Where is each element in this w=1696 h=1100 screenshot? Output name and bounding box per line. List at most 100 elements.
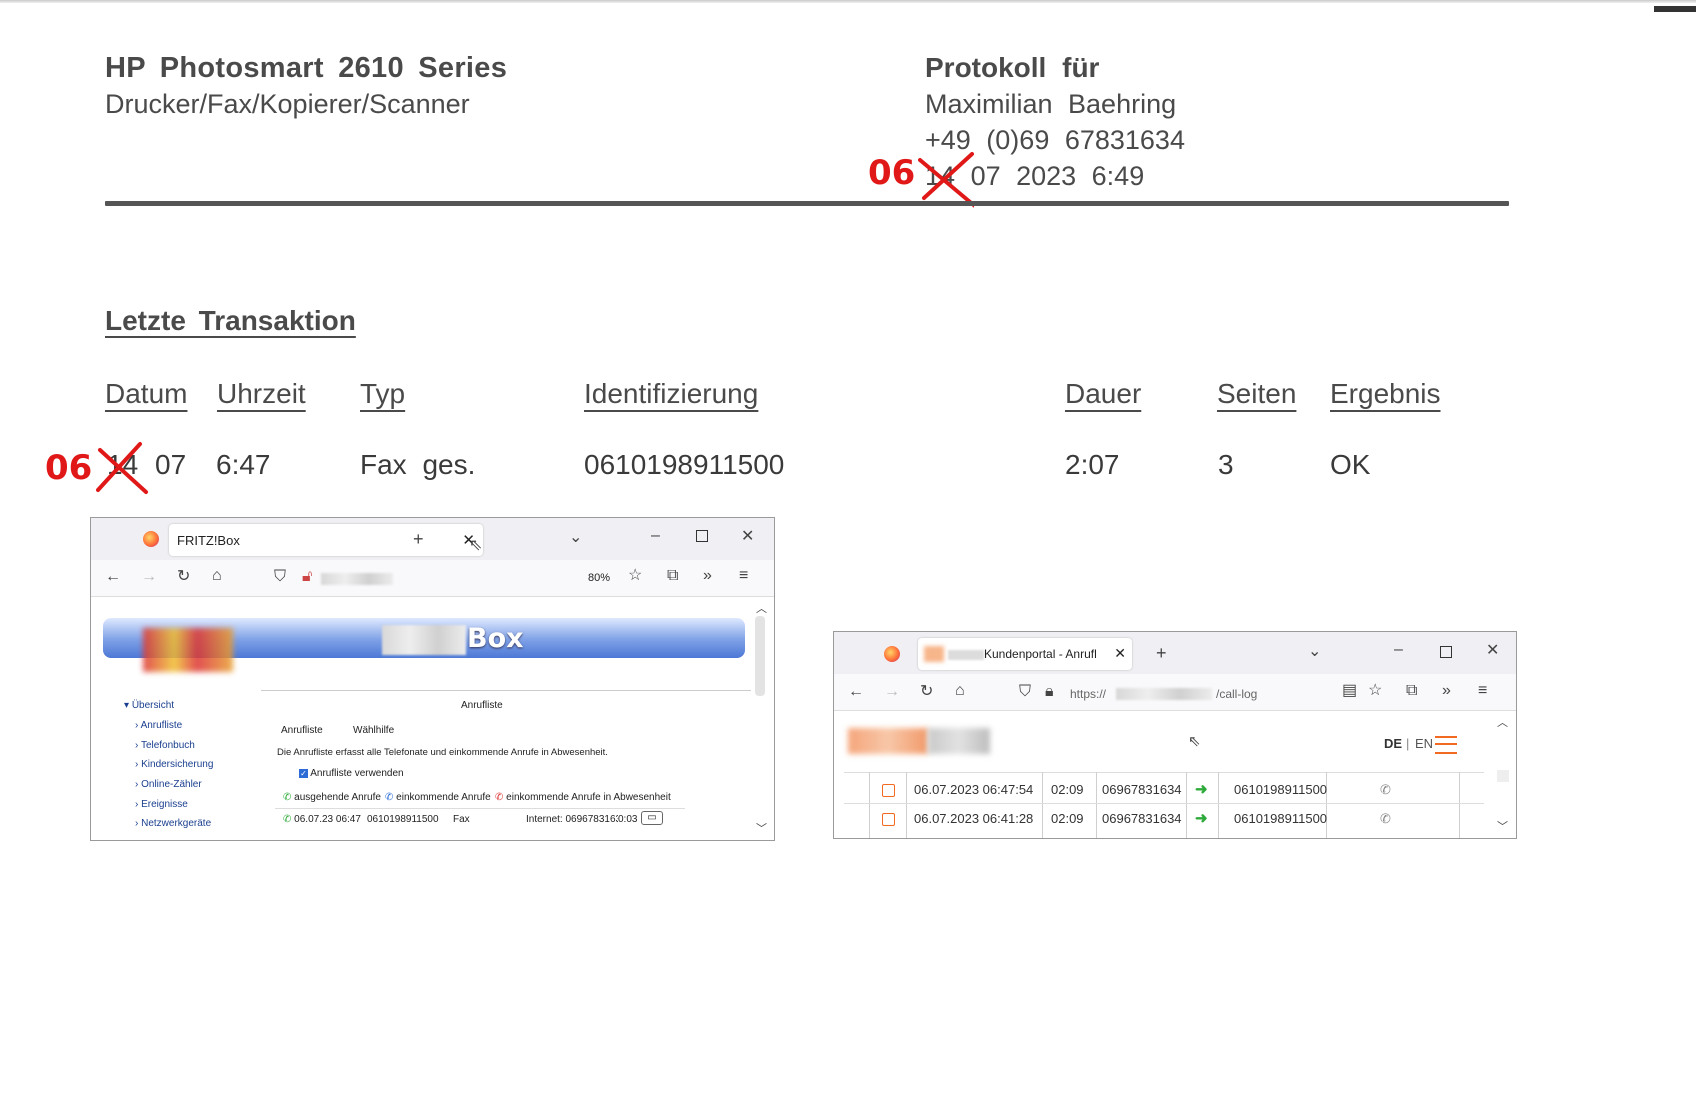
blurred-url[interactable]: [321, 573, 393, 585]
sidebar-item-anrufliste[interactable]: › Anrufliste: [135, 720, 182, 731]
blurred-url-host[interactable]: [1116, 688, 1212, 700]
col-identifizierung: Identifizierung: [584, 378, 759, 409]
home-icon[interactable]: ⌂: [212, 568, 222, 584]
lang-de[interactable]: DE: [1384, 736, 1402, 751]
maximize-icon[interactable]: [696, 530, 708, 542]
scroll-up-icon[interactable]: ︿: [1497, 718, 1508, 729]
minimize-icon[interactable]: –: [1394, 642, 1403, 658]
tab-list-chevron-icon[interactable]: ⌄: [569, 530, 582, 546]
blurred-favicon: [924, 646, 944, 662]
tab-close-icon[interactable]: ✕: [1114, 645, 1126, 662]
scroll-down-icon[interactable]: ﹀: [1497, 822, 1508, 833]
entry-fax-view-icon[interactable]: ▭: [641, 811, 663, 825]
hamburger-menu-icon[interactable]: [1435, 736, 1457, 754]
minimize-icon[interactable]: –: [651, 528, 660, 544]
portal-tab[interactable]: Kundenportal - Anrufl ✕: [918, 638, 1132, 670]
url-prefix[interactable]: https://: [1070, 687, 1106, 701]
new-tab-icon[interactable]: +: [1156, 644, 1167, 662]
row-date-month: 07: [155, 449, 187, 480]
row-datetime: 06.07.2023 06:47:54: [914, 782, 1034, 797]
home-icon[interactable]: ⌂: [955, 683, 965, 699]
sidebar-item-online-zaehler[interactable]: › Online-Zähler: [135, 779, 202, 790]
sidebar-item-telefonbuch[interactable]: › Telefonbuch: [135, 740, 195, 751]
portal-logo-blurred: [848, 728, 928, 754]
scrollbar-thumb[interactable]: [755, 616, 765, 696]
row-date-strike-mark: [96, 442, 148, 494]
firefox-icon: [143, 531, 159, 547]
extensions-icon[interactable]: ⧉: [667, 568, 678, 584]
reader-view-icon[interactable]: ▤: [1342, 683, 1357, 699]
row-from: 06967831634: [1102, 811, 1182, 826]
legend-incoming: ✆ einkommende Anrufe: [385, 792, 491, 803]
bookmark-star-icon[interactable]: ☆: [1368, 683, 1382, 699]
protocol-name: Maximilian Baehring: [925, 89, 1177, 119]
legend-divider: [275, 808, 685, 809]
legend-missed: ✆ einkommende Anrufe in Abwesenheit: [495, 792, 671, 803]
fritz-navbar: ← → ↻ ⌂ ⛉ 🔓︎ 80% ☆ ⧉ » ≡: [91, 560, 774, 597]
use-calllist-checkbox[interactable]: ✓ Anrufliste verwenden: [299, 768, 404, 779]
blurred-banner-text: [382, 625, 466, 655]
extensions-icon[interactable]: ⧉: [1406, 683, 1417, 699]
checkbox-checked-icon: ✓: [299, 768, 308, 778]
maximize-icon[interactable]: [1440, 646, 1452, 658]
insecure-lock-icon[interactable]: 🔓︎: [302, 569, 312, 585]
row-to: 0610198911500: [1234, 782, 1328, 797]
phone-icon[interactable]: ✆: [1380, 811, 1391, 827]
mouse-cursor-icon: ⇖: [469, 537, 483, 554]
phone-icon[interactable]: ✆: [1380, 782, 1391, 798]
fritz-banner-text: Box: [467, 623, 524, 654]
entry-number: 0610198911500: [367, 814, 439, 825]
forward-icon[interactable]: →: [884, 684, 900, 700]
scan-corner-mark: [1654, 6, 1696, 12]
tab-waehlhilfe[interactable]: Wählhilfe: [353, 725, 394, 736]
menu-icon[interactable]: ≡: [739, 568, 748, 584]
url-suffix[interactable]: /call-log: [1216, 687, 1257, 701]
sidebar-item-kindersicherung[interactable]: › Kindersicherung: [135, 759, 213, 770]
fritz-tab[interactable]: FRITZ!Box ✕: [169, 524, 483, 556]
call-entry-row[interactable]: ✆ 06.07.23 06:47: [283, 814, 361, 825]
shield-icon[interactable]: ⛉: [274, 569, 286, 585]
panel-description: Die Anrufliste erfasst alle Telefonate u…: [277, 747, 608, 758]
row-checkbox[interactable]: [882, 813, 895, 826]
sidebar-item-uebersicht[interactable]: ▾ Übersicht: [124, 700, 174, 711]
overflow-icon[interactable]: »: [703, 568, 712, 584]
sidebar-item-ereignisse[interactable]: › Ereignisse: [135, 799, 188, 810]
overflow-icon[interactable]: »: [1442, 683, 1451, 699]
row-time: 6:47: [216, 449, 271, 480]
lang-en[interactable]: EN: [1415, 736, 1433, 751]
scroll-down-icon[interactable]: ﹀: [756, 824, 767, 835]
outgoing-call-icon: ✆: [283, 792, 292, 803]
back-icon[interactable]: ←: [105, 569, 121, 585]
window-close-icon[interactable]: ✕: [1486, 643, 1499, 659]
row-checkbox[interactable]: [882, 784, 895, 797]
back-icon[interactable]: ←: [848, 684, 864, 700]
bookmark-star-icon[interactable]: ☆: [628, 568, 642, 584]
row-from: 06967831634: [1102, 782, 1182, 797]
row-duration: 2:07: [1065, 449, 1120, 480]
protocol-date-rest: 07 2023 6:49: [970, 161, 1145, 191]
new-tab-icon[interactable]: +: [413, 530, 424, 548]
lock-icon[interactable]: 🔒︎: [1045, 684, 1054, 700]
reload-icon[interactable]: ↻: [177, 569, 190, 585]
shield-icon[interactable]: ⛉: [1019, 684, 1031, 700]
forward-icon[interactable]: →: [141, 569, 157, 585]
sidebar-item-netzwerkgeraete[interactable]: › Netzwerkgeräte: [135, 818, 211, 829]
mouse-cursor-icon: ⇖: [1188, 733, 1201, 750]
row-pages: 3: [1218, 449, 1234, 480]
missed-call-icon: ✆: [495, 792, 504, 803]
zoom-level[interactable]: 80%: [588, 572, 610, 584]
reload-icon[interactable]: ↻: [920, 684, 933, 700]
window-close-icon[interactable]: ✕: [741, 529, 754, 545]
table-top-border: [844, 772, 1484, 773]
outgoing-arrow-icon: ➜: [1195, 810, 1208, 827]
scroll-up-icon[interactable]: ︿: [756, 604, 767, 615]
tab-list-chevron-icon[interactable]: ⌄: [1308, 644, 1321, 660]
printer-title: HP Photosmart 2610 Series: [105, 52, 508, 84]
protocol-label: Protokoll für: [925, 52, 1100, 83]
entry-duration: 0:03: [618, 814, 638, 825]
scrollbar-track[interactable]: [1497, 770, 1509, 782]
panel-title: Anrufliste: [461, 700, 503, 711]
legend-outgoing: ✆ ausgehende Anrufe: [283, 792, 381, 803]
tab-anrufliste[interactable]: Anrufliste: [281, 725, 323, 736]
menu-icon[interactable]: ≡: [1478, 683, 1487, 699]
